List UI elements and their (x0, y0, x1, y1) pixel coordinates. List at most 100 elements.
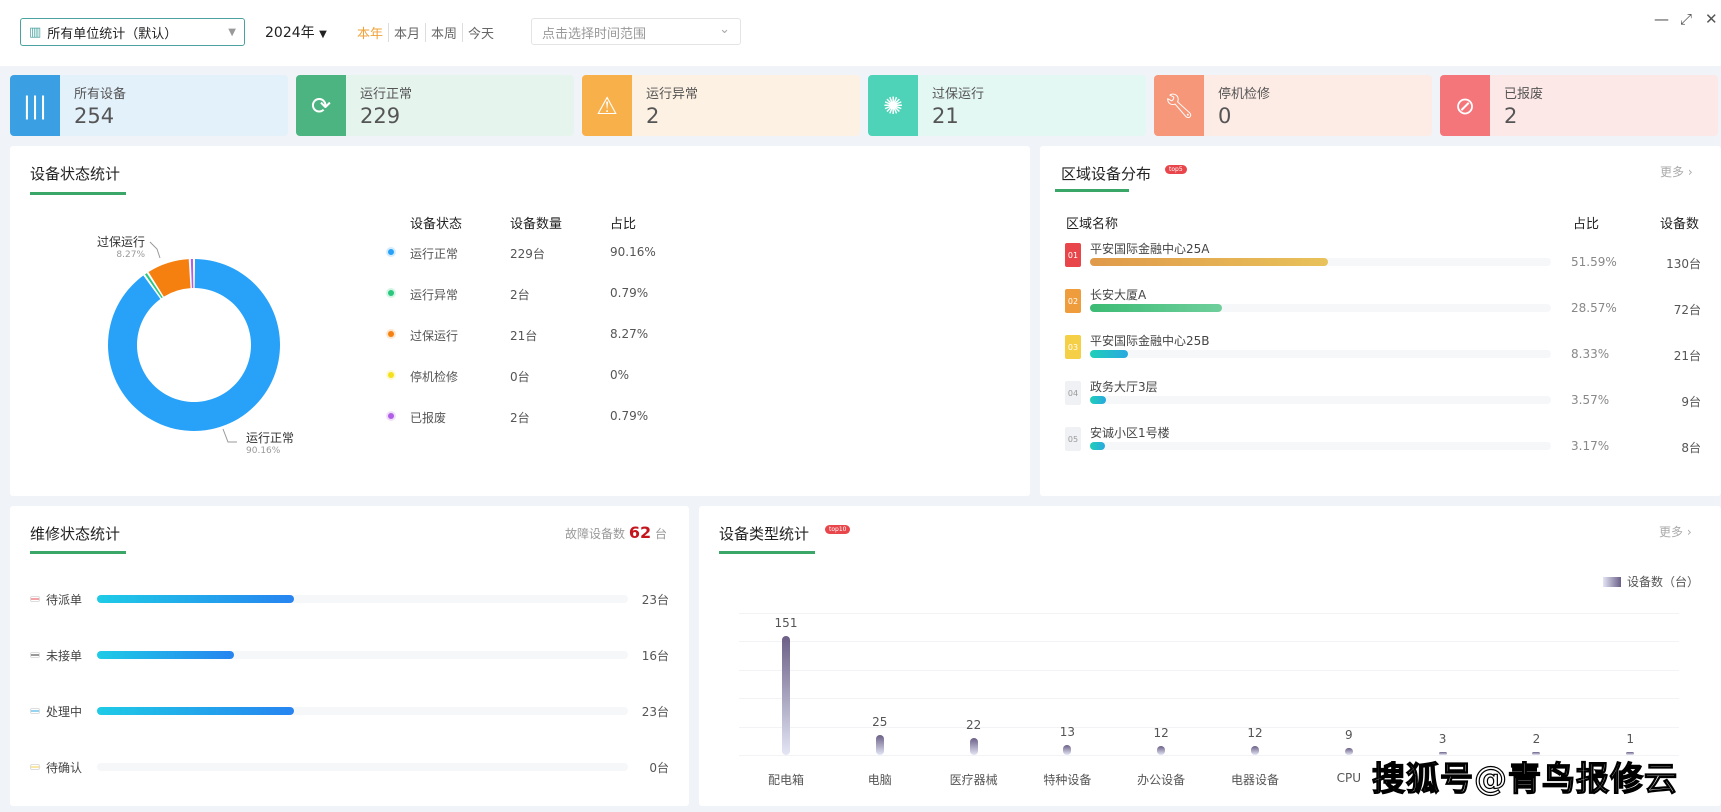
title-underline (30, 551, 126, 554)
region-pct: 51.59% (1571, 255, 1617, 269)
region-bar-track (1090, 350, 1551, 358)
bar[interactable] (1344, 747, 1353, 755)
tab-this-week[interactable]: 本周 (426, 23, 464, 42)
region-name: 安诚小区1号楼 (1090, 426, 1170, 440)
tab-this-year[interactable]: 本年 (352, 23, 390, 42)
watermark: 搜狐号@青鸟报修云 (1371, 758, 1678, 798)
more-link[interactable]: 更多 › (1659, 523, 1692, 540)
maximize-icon[interactable]: ⤢ (1680, 10, 1692, 28)
wrench-icon: 🔧︎ (1154, 75, 1204, 136)
region-bar-fill (1090, 442, 1105, 450)
tab-today[interactable]: 今天 (463, 23, 499, 42)
repair-bar-track (97, 707, 628, 715)
bar-value-label: 2 (1532, 732, 1541, 746)
region-bar-track (1090, 258, 1551, 266)
bar[interactable] (1251, 745, 1259, 755)
col-header-pct: 占比 (1573, 217, 1600, 232)
bar-value-label: 3 (1438, 732, 1447, 746)
more-link[interactable]: 更多 › (1660, 163, 1693, 180)
region-bar-track (1090, 396, 1551, 404)
bar[interactable] (1157, 745, 1166, 755)
repair-bar-fill (97, 707, 294, 715)
gridline (739, 698, 1679, 700)
date-range-picker[interactable]: 点击选择时间范围 ⌄ (531, 18, 741, 45)
year-select[interactable]: 2024年 ▼ (265, 22, 327, 42)
caret-down-icon: ▼ (228, 26, 236, 38)
col-header-count: 设备数量 (510, 217, 563, 232)
repair-status-panel: 维修状态统计 故障设备数 62 台 待派单 23台 未接单 16台 处理中 23台 待确认 0… (10, 506, 689, 806)
region-pct: 28.57% (1571, 301, 1617, 315)
bar[interactable] (1063, 744, 1072, 755)
bar-value-label: 9 (1344, 727, 1353, 742)
title-underline (719, 551, 815, 554)
bar[interactable] (875, 735, 884, 755)
range-tabs: 本年 本月 本周 今天 (352, 23, 499, 42)
minimize-icon[interactable]: — (1654, 10, 1669, 28)
status-pct: 8.27% (610, 327, 649, 341)
panel-title: 区域设备分布 (1061, 165, 1152, 183)
repair-count: 16台 (641, 649, 669, 663)
donut-callout: 过保运行 8.27% (85, 233, 145, 260)
rank-badge: 03 (1065, 335, 1081, 359)
status-count: 2台 (510, 411, 530, 425)
status-pct: 0.79% (610, 286, 649, 300)
kpi-text: 停机检修 0 (1204, 75, 1284, 136)
repair-bar-track (97, 651, 628, 659)
status-marker-icon (30, 764, 40, 770)
kpi-card[interactable]: 🔧︎ 停机检修 0 (1154, 75, 1432, 136)
col-header-region: 区域名称 (1066, 217, 1119, 232)
fault-count-unit: 台 (654, 527, 667, 541)
kpi-label: 过保运行 (932, 87, 985, 102)
chevron-down-icon: ⌄ (719, 22, 730, 37)
status-name: 已报废 (410, 411, 447, 425)
unit-select[interactable]: ▥ 所有单位统计（默认） ▼ (20, 18, 245, 46)
repair-status-name: 待确认 (46, 761, 83, 775)
top-badge: top5 (1165, 165, 1187, 174)
kpi-card[interactable]: ⊘ 已报废 2 (1440, 75, 1718, 136)
bar[interactable] (969, 737, 978, 755)
rank-badge: 05 (1065, 427, 1081, 451)
col-header-status: 设备状态 (410, 217, 463, 232)
repair-status-name: 处理中 (46, 705, 83, 719)
region-pct: 8.33% (1571, 347, 1610, 361)
x-tick-label: 特种设备 (1043, 773, 1092, 787)
close-icon[interactable]: ✕ (1705, 10, 1718, 28)
panel-title: 设备类型统计 (719, 525, 810, 543)
donut-slice[interactable] (148, 259, 191, 297)
callout-pct: 90.16% (246, 446, 281, 456)
x-tick-label: 电脑 (867, 773, 892, 787)
kpi-card[interactable]: ⟳ 运行正常 229 (296, 75, 574, 136)
region-count: 8台 (1681, 441, 1701, 455)
bar[interactable] (782, 635, 790, 755)
kpi-card[interactable]: ⚠ 运行异常 2 (582, 75, 860, 136)
tab-this-month[interactable]: 本月 (389, 23, 427, 42)
x-tick-label: 配电箱 (767, 773, 804, 787)
bars-icon: ||| (10, 75, 60, 136)
region-bar-track (1090, 442, 1551, 450)
donut-slice[interactable] (108, 259, 280, 431)
chevron-right-icon: › (1686, 525, 1692, 539)
warning-icon: ⚠ (582, 75, 632, 136)
gridline (739, 669, 1679, 671)
col-header-count: 设备数 (1660, 217, 1700, 232)
donut-slice[interactable] (190, 259, 194, 289)
status-dot (388, 331, 394, 337)
status-name: 运行正常 (410, 247, 459, 261)
bar-value-label: 151 (774, 615, 798, 630)
donut-callout: 运行正常 90.16% (246, 429, 294, 456)
repair-count: 23台 (641, 593, 669, 607)
repair-bar-track (97, 763, 628, 771)
status-count: 2台 (510, 288, 530, 302)
kpi-card[interactable]: ✺ 过保运行 21 (868, 75, 1146, 136)
kpi-label: 停机检修 (1218, 87, 1271, 102)
status-marker-icon (30, 596, 40, 602)
status-count: 21台 (510, 329, 538, 343)
kpi-value: 254 (74, 104, 115, 128)
device-status-panel: 设备状态统计 设备状态 设备数量 占比 运行正常 229台 90.16% 运行异常 2台… (10, 146, 1030, 496)
callout-line (149, 241, 161, 259)
building-icon: ▥ (29, 24, 42, 40)
kpi-card[interactable]: ||| 所有设备 254 (10, 75, 288, 136)
legend-swatch (1602, 576, 1621, 587)
region-name: 长安大厦A (1090, 288, 1147, 302)
bar-value-label: 1 (1626, 732, 1634, 746)
